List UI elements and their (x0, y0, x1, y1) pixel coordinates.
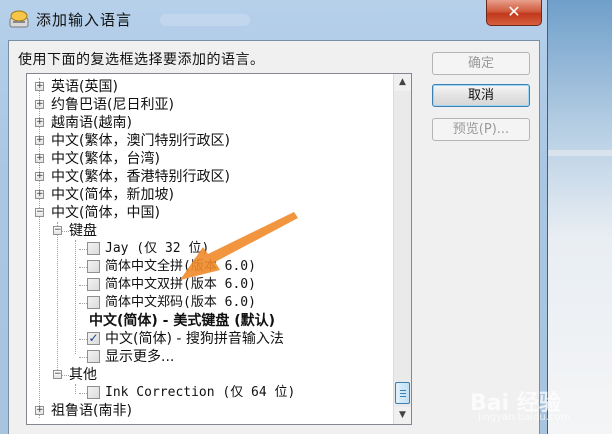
orange-pointer-arrow-icon (180, 212, 298, 280)
baidu-watermark-url: jingyan.baidu.com (478, 412, 571, 423)
